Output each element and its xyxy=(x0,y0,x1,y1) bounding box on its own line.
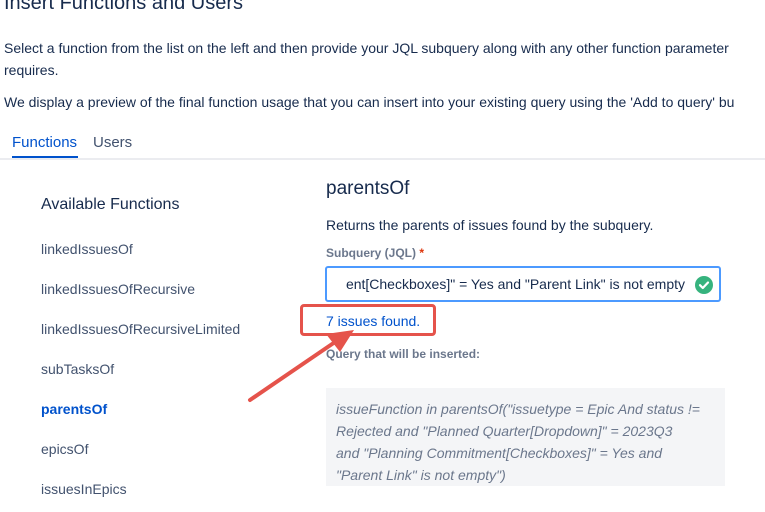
arrow-icon xyxy=(248,330,354,402)
